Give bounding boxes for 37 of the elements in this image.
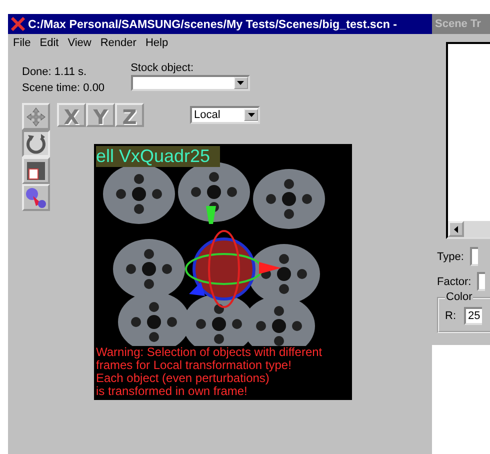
warning-text: frames for Local transformation type!: [96, 359, 292, 372]
warning-text: is transformed in own frame!: [96, 385, 248, 398]
color-group-label: Color: [445, 291, 474, 303]
tool-button[interactable]: [22, 103, 50, 130]
dropdown-arrow-icon: [237, 81, 244, 85]
stock-object-dropdown[interactable]: [130, 75, 250, 91]
r-channel-field[interactable]: 25: [464, 307, 482, 325]
tool-button[interactable]: [22, 157, 50, 184]
type-field[interactable]: [470, 247, 478, 266]
tool-button[interactable]: [22, 130, 50, 157]
menu-item[interactable]: Help: [145, 37, 168, 49]
scene-time-label: Scene time: 0.00: [22, 82, 105, 94]
factor-label: Factor:: [437, 276, 472, 288]
object-caption: ell VxQuadr25: [96, 146, 220, 167]
menu-item[interactable]: View: [68, 37, 92, 49]
frame-dropdown[interactable]: Local: [190, 106, 260, 124]
window-title-text: C:/Max Personal/SAMSUNG/scenes/My Tests/Scenes/big_test.scn -: [28, 18, 397, 30]
horizontal-scrollbar[interactable]: [448, 221, 490, 237]
stock-object-label: Stock object:: [130, 62, 195, 74]
r-channel-label: R:: [445, 310, 456, 322]
dropdown-arrow-icon: [248, 113, 254, 117]
app-logo-icon: [11, 17, 25, 31]
move-arrows-icon: [26, 106, 46, 126]
factor-field[interactable]: [477, 272, 486, 291]
spheres-cone-icon: [25, 186, 47, 208]
scale-squares-icon: [26, 160, 46, 180]
warning-text: Warning: Selection of objects with different: [96, 346, 322, 359]
scroll-left-arrow-icon: [454, 226, 458, 232]
type-label: Type:: [437, 250, 464, 262]
done-time-label: Done: 1.11 s.: [22, 66, 88, 78]
rotate-icon: [25, 132, 47, 154]
warning-text: Each object (even perturbations): [96, 372, 270, 385]
menu-item[interactable]: Render: [100, 37, 136, 49]
menu-item[interactable]: File: [13, 37, 31, 49]
tool-button[interactable]: [22, 184, 50, 211]
window-title: Scene Tr: [432, 14, 490, 34]
menu-item[interactable]: Edit: [40, 37, 59, 49]
